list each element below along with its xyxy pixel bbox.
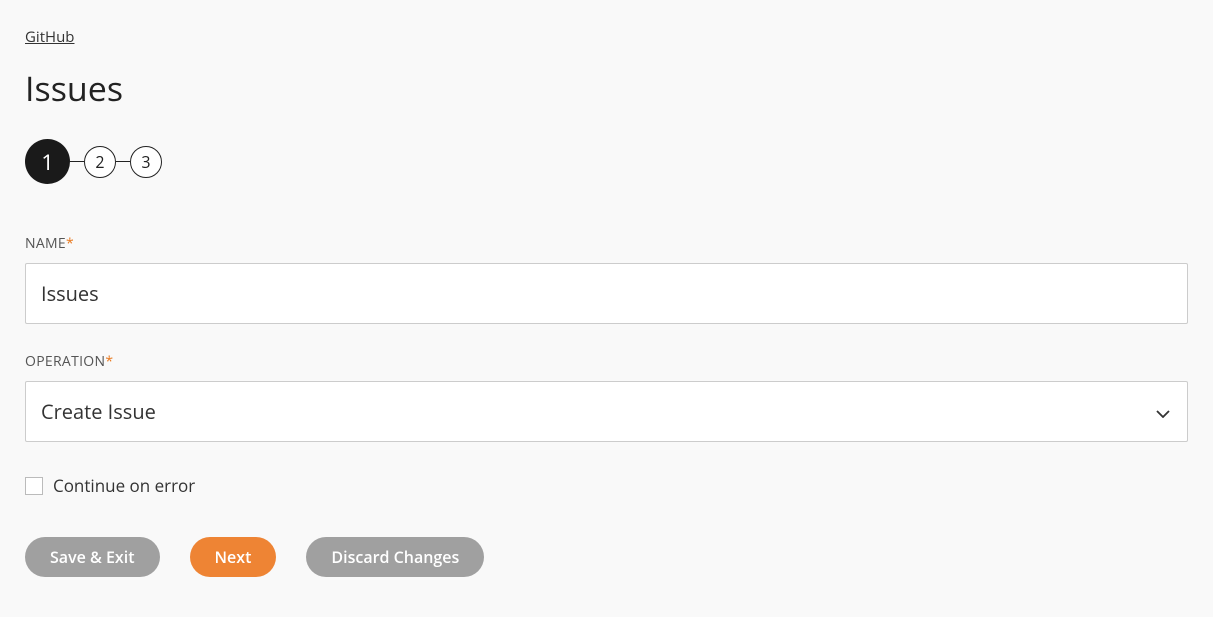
- continue-on-error-row: Continue on error: [25, 474, 1188, 497]
- operation-select-wrapper: Create Issue: [25, 381, 1188, 442]
- button-row: Save & Exit Next Discard Changes: [25, 537, 1188, 577]
- operation-label-text: OPERATION: [25, 352, 105, 371]
- step-connector: [116, 161, 130, 163]
- step-3[interactable]: 3: [130, 146, 162, 178]
- name-input[interactable]: [25, 263, 1188, 324]
- step-2[interactable]: 2: [84, 146, 116, 178]
- continue-on-error-label: Continue on error: [53, 474, 195, 497]
- name-label-text: NAME: [25, 234, 66, 253]
- name-label: NAME*: [25, 234, 1188, 253]
- operation-field-group: OPERATION* Create Issue: [25, 352, 1188, 442]
- operation-label: OPERATION*: [25, 352, 1188, 371]
- operation-select[interactable]: Create Issue: [25, 381, 1188, 442]
- step-connector: [70, 161, 84, 163]
- next-button[interactable]: Next: [190, 537, 277, 577]
- name-field-group: NAME*: [25, 234, 1188, 324]
- page-title: Issues: [25, 65, 1188, 111]
- breadcrumb-link[interactable]: GitHub: [25, 27, 74, 47]
- required-indicator: *: [105, 352, 113, 371]
- step-1[interactable]: 1: [25, 139, 70, 184]
- discard-changes-button[interactable]: Discard Changes: [306, 537, 484, 577]
- continue-on-error-checkbox[interactable]: [25, 477, 43, 495]
- save-exit-button[interactable]: Save & Exit: [25, 537, 160, 577]
- stepper: 1 2 3: [25, 139, 1188, 184]
- required-indicator: *: [66, 234, 74, 253]
